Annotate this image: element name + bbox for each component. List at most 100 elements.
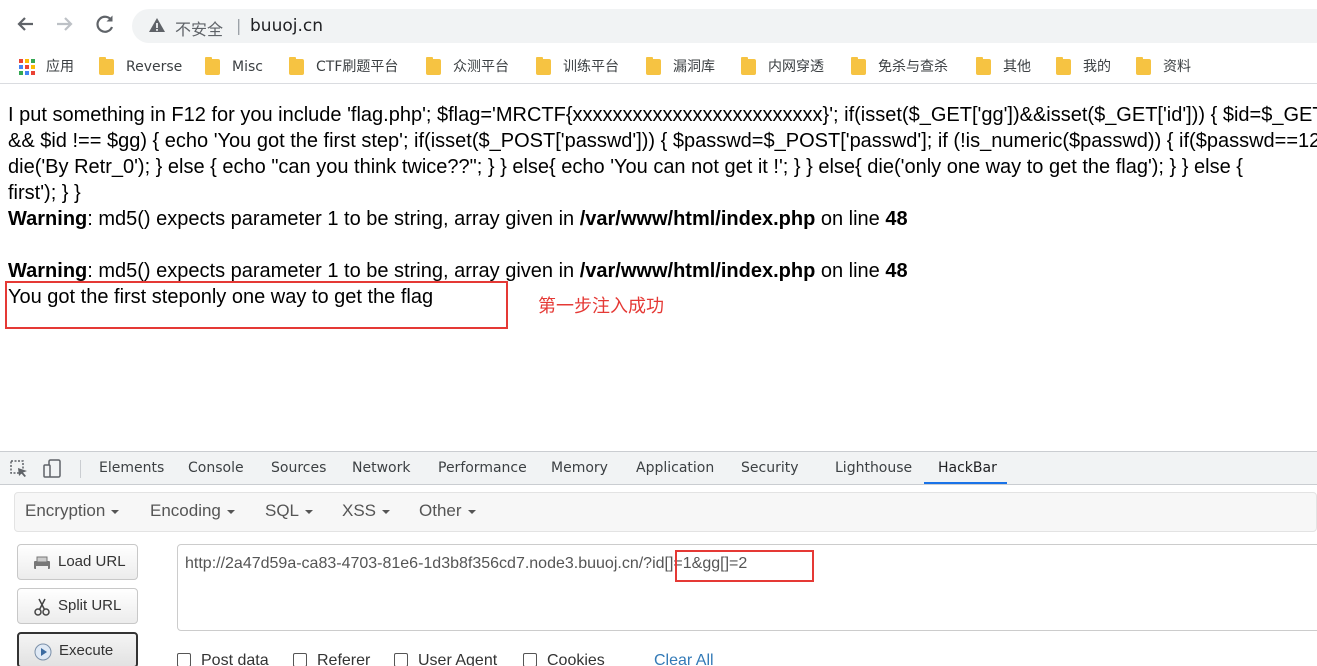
tab-network[interactable]: Network <box>352 460 410 476</box>
inspect-element-icon[interactable] <box>9 459 29 479</box>
tab-security[interactable]: Security <box>741 460 799 476</box>
devtools-panel: Elements Console Sources Network Perform… <box>0 451 1317 666</box>
folder-icon <box>426 57 441 75</box>
checkbox-icon <box>177 653 191 666</box>
bookmark-label: Reverse <box>126 59 183 75</box>
checkbox-icon <box>394 653 408 666</box>
menu-label: Encryption <box>25 501 106 520</box>
post-data-checkbox[interactable]: Post data <box>177 652 269 666</box>
address-bar[interactable]: 不安全 | buuoj.cn <box>132 9 1317 43</box>
url-value: http://2a47d59a-ca83-4703-81e6-1d3b8f356… <box>185 555 747 573</box>
forward-arrow-icon[interactable] <box>51 10 79 38</box>
caret-down-icon <box>382 509 391 514</box>
bookmark-label: 免杀与查杀 <box>878 59 948 75</box>
menu-xss[interactable]: XSS <box>342 501 391 521</box>
warning-triangle-icon <box>148 16 166 34</box>
warning-file: /var/www/html/index.php <box>579 208 816 230</box>
menu-label: Other <box>419 501 462 520</box>
scissors-icon <box>33 598 51 616</box>
address-url[interactable]: buuoj.cn <box>250 16 323 36</box>
url-base: http://2a47d59a-ca83-4703-81e6-1d3b8f356… <box>185 555 639 572</box>
bookmark-label: 训练平台 <box>563 59 619 75</box>
folder-icon <box>99 57 114 75</box>
split-url-button[interactable]: Split URL <box>17 588 138 624</box>
folder-icon <box>536 57 551 75</box>
folder-icon <box>741 57 756 75</box>
caret-down-icon <box>226 509 235 514</box>
menu-label: XSS <box>342 501 377 520</box>
highlight-box <box>675 550 814 582</box>
folder-icon <box>289 57 304 75</box>
reload-icon[interactable] <box>91 10 119 38</box>
menu-encoding[interactable]: Encoding <box>150 501 235 521</box>
back-arrow-icon[interactable] <box>11 10 39 38</box>
clear-all-link[interactable]: Clear All <box>654 652 714 666</box>
warning-file: /var/www/html/index.php <box>579 260 816 282</box>
source-line: die('By Retr_0'); } else { echo "can you… <box>8 156 1243 178</box>
tab-hackbar[interactable]: HackBar <box>938 460 997 476</box>
active-tab-indicator <box>924 482 1007 484</box>
folder-icon <box>205 57 220 75</box>
bookmarks-bar: 应用 Reverse Misc CTF刷题平台 众测平台 训练平台 漏洞库 内网… <box>0 52 1317 84</box>
bookmark-label: Misc <box>232 59 263 75</box>
user-agent-checkbox[interactable]: User Agent <box>394 652 497 666</box>
annotation-text: 第一步注入成功 <box>538 296 664 317</box>
warning-label: Warning <box>8 208 88 230</box>
option-label: Referer <box>317 652 371 666</box>
omnibox-separator: | <box>236 16 242 35</box>
php-source-output: I put something in F12 for you include '… <box>8 102 1317 310</box>
device-toolbar-icon[interactable] <box>43 459 63 479</box>
bookmark-label: 漏洞库 <box>673 59 715 75</box>
tab-memory[interactable]: Memory <box>551 460 608 476</box>
bookmark-label: CTF刷题平台 <box>316 59 399 75</box>
button-label: Load URL <box>58 553 126 570</box>
folder-icon <box>1056 57 1071 75</box>
bookmark-label: 其他 <box>1003 59 1031 75</box>
warning-message: : md5() expects parameter 1 to be string… <box>87 208 580 230</box>
menu-encryption[interactable]: Encryption <box>25 501 120 521</box>
warning-online: on line <box>815 208 886 230</box>
warning-line-number: 48 <box>885 260 908 282</box>
cookies-checkbox[interactable]: Cookies <box>523 652 605 666</box>
load-url-button[interactable]: Load URL <box>17 544 138 580</box>
bookmark-label: 我的 <box>1083 59 1111 75</box>
menu-label: SQL <box>265 501 300 520</box>
menu-label: Encoding <box>150 501 221 520</box>
tab-sources[interactable]: Sources <box>271 460 326 476</box>
source-line: I put something in F12 for you include '… <box>8 104 1317 126</box>
apps-grid-icon <box>19 59 35 75</box>
warning-message: : md5() expects parameter 1 to be string… <box>87 260 580 282</box>
menu-other[interactable]: Other <box>419 501 476 521</box>
tab-elements[interactable]: Elements <box>99 460 164 476</box>
bookmark-label: 应用 <box>46 59 74 75</box>
execute-button[interactable]: Execute <box>17 632 138 666</box>
tab-console[interactable]: Console <box>188 460 244 476</box>
bookmark-label: 资料 <box>1163 59 1191 75</box>
warning-online: on line <box>815 260 886 282</box>
bookmark-label: 内网穿透 <box>768 59 824 75</box>
option-label: User Agent <box>418 652 498 666</box>
caret-down-icon <box>111 509 120 514</box>
insecure-label: 不安全 <box>175 20 224 39</box>
button-label: Split URL <box>58 597 122 614</box>
caret-down-icon <box>467 509 476 514</box>
source-line: first'); } } <box>8 182 81 204</box>
hackbar-menu: Encryption Encoding SQL XSS Other <box>14 492 1317 532</box>
source-line: && $id !== $gg) { echo 'You got the firs… <box>8 130 1317 152</box>
checkbox-icon <box>293 653 307 666</box>
referer-checkbox[interactable]: Referer <box>293 652 370 666</box>
load-url-icon <box>33 554 51 572</box>
tab-lighthouse[interactable]: Lighthouse <box>835 460 912 476</box>
warning-line-number: 48 <box>885 208 908 230</box>
devtools-tabbar: Elements Console Sources Network Perform… <box>0 452 1317 485</box>
play-circle-icon <box>34 643 52 661</box>
tab-application[interactable]: Application <box>636 460 714 476</box>
menu-sql[interactable]: SQL <box>265 501 314 521</box>
warning-line: Warning: md5() expects parameter 1 to be… <box>8 206 1317 232</box>
bookmark-label: 众测平台 <box>453 59 509 75</box>
checkbox-icon <box>523 653 537 666</box>
tab-performance[interactable]: Performance <box>438 460 527 476</box>
browser-toolbar: 不安全 | buuoj.cn <box>0 0 1317 52</box>
folder-icon <box>1136 57 1151 75</box>
